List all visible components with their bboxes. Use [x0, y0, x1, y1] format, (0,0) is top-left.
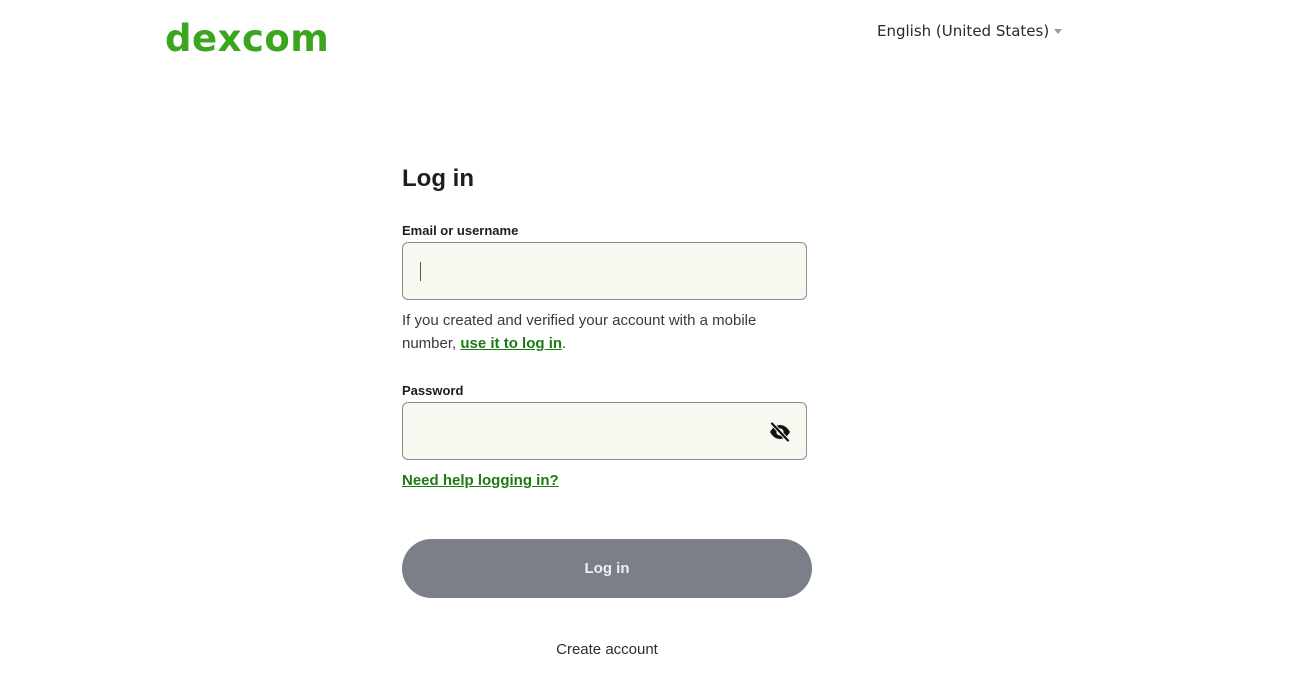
logo-wordmark: Dexcom — [165, 16, 330, 60]
text-cursor — [420, 262, 421, 281]
password-field-container — [402, 402, 807, 460]
password-field[interactable] — [403, 403, 806, 459]
language-selector[interactable]: English (United States) — [877, 22, 1063, 40]
create-account-link[interactable]: Create account — [402, 641, 812, 658]
chevron-down-icon — [1054, 29, 1063, 34]
login-form: Log in Email or username If you created … — [402, 163, 812, 658]
page-title: Log in — [402, 165, 474, 192]
password-label: Password — [402, 383, 464, 398]
language-label: English (United States) — [877, 22, 1050, 40]
email-label: Email or username — [402, 223, 519, 238]
mobile-login-hint: If you created and verified your account… — [402, 309, 792, 355]
eye-slash-icon[interactable] — [768, 420, 792, 444]
email-field-container — [402, 242, 807, 300]
mobile-hint-text: If you created and verified your account… — [402, 312, 757, 352]
login-button[interactable]: Log in — [402, 539, 812, 598]
mobile-hint-suffix: . — [562, 335, 567, 352]
email-field[interactable] — [403, 243, 806, 299]
login-page: Dexcom English (United States) Log in Em… — [0, 0, 1310, 696]
dexcom-logo[interactable]: Dexcom — [165, 18, 329, 58]
need-help-link[interactable]: Need help logging in? — [402, 472, 559, 489]
mobile-login-link[interactable]: use it to log in — [460, 335, 562, 352]
